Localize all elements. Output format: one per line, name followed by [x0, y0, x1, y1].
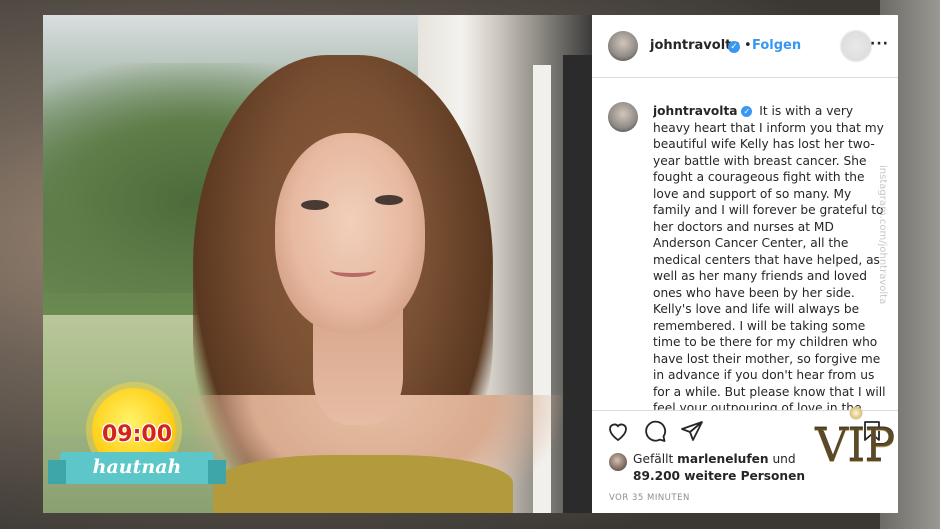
post-caption: johntravolta ✓ It is with a very heavy h… [653, 103, 889, 410]
follow-button[interactable]: Folgen [752, 38, 801, 53]
photo-person-eye-left [301, 200, 329, 210]
comment-icon[interactable] [643, 419, 667, 443]
photo-person-mouth [330, 263, 376, 277]
channel-logo-watermark [839, 29, 873, 63]
liked-count[interactable]: 89.200 weitere Personen [633, 469, 805, 483]
photo-person-dress [213, 455, 513, 513]
liked-by-avatar[interactable] [609, 453, 627, 471]
photo-door-shadow [563, 55, 592, 513]
post-timestamp: VOR 35 MINUTEN [609, 493, 690, 503]
photo-person-face [275, 133, 425, 333]
show-badge: 09:00 hautnah [48, 380, 226, 495]
liked-prefix: Gefällt [633, 452, 674, 466]
heart-icon[interactable] [606, 419, 630, 443]
profile-avatar[interactable] [608, 31, 638, 61]
verified-check-icon: ✓ [741, 106, 753, 117]
vip-logo: VIP [815, 418, 895, 472]
photo-person-eye-right [375, 195, 403, 205]
post-header: johntravolta ✓ • Folgen ··· [592, 15, 898, 78]
url-watermark: instagram.com/johntravolta [877, 165, 888, 305]
badge-time: 09:00 [101, 422, 173, 447]
follow-separator: • [744, 38, 752, 53]
liked-by-user[interactable]: marlenelufen [677, 452, 768, 466]
liked-and: und [772, 452, 796, 466]
caption-username[interactable]: johntravolta [653, 104, 738, 118]
more-options-button[interactable]: ··· [870, 36, 889, 52]
caption-text: It is with a very heavy heart that I inf… [653, 104, 886, 410]
paper-plane-icon[interactable] [680, 419, 704, 443]
caption-avatar[interactable] [608, 102, 638, 132]
verified-check-icon: ✓ [728, 41, 740, 53]
header-username[interactable]: johntravolta [650, 38, 740, 53]
badge-label: hautnah [92, 456, 182, 478]
